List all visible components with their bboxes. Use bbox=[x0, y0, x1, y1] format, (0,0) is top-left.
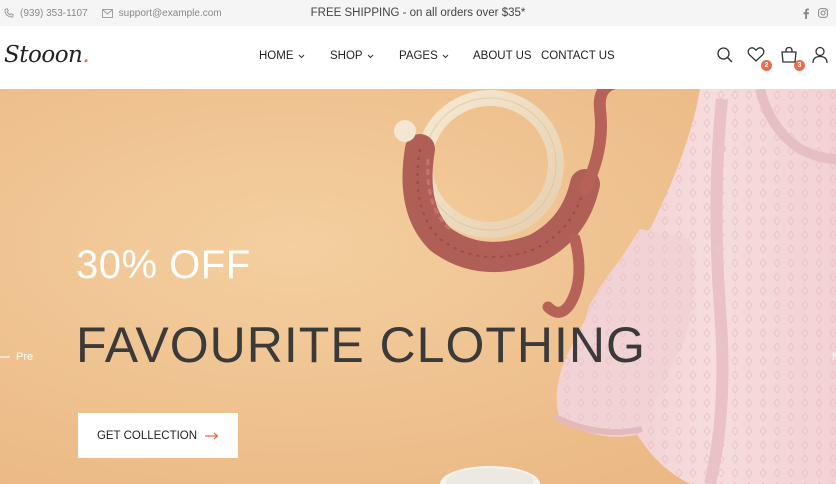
site-header: Stooon. HOME SHOP PAGES ABOUT US CONTACT… bbox=[0, 26, 836, 89]
wishlist-count-badge: 2 bbox=[761, 60, 772, 71]
hero-subtitle: 30% OFF bbox=[76, 243, 251, 287]
search-icon bbox=[717, 47, 733, 63]
email-link[interactable]: support@example.com bbox=[101, 7, 222, 19]
shipping-announcement: FREE SHIPPING - on all orders over $35* bbox=[310, 7, 526, 19]
mail-icon bbox=[101, 8, 113, 18]
slider-prev-label: Pre bbox=[16, 351, 34, 363]
slider-next-label: N bbox=[832, 351, 836, 363]
cart-button[interactable]: 3 bbox=[780, 46, 805, 71]
arrow-right-icon bbox=[205, 432, 219, 439]
hero-title: FAVOURITE CLOTHING bbox=[76, 317, 646, 373]
phone-icon bbox=[4, 8, 14, 18]
top-bar: (939) 353-1107 support@example.com FREE … bbox=[0, 0, 836, 26]
email-address: support@example.com bbox=[118, 7, 222, 19]
cart-count-badge: 3 bbox=[794, 60, 805, 71]
arrow-left-icon bbox=[0, 356, 10, 358]
facebook-icon[interactable] bbox=[802, 8, 810, 19]
phone-link[interactable]: (939) 353-1107 bbox=[4, 8, 88, 19]
contact-info: (939) 353-1107 support@example.com bbox=[4, 0, 236, 26]
get-collection-button[interactable]: GET COLLECTION bbox=[78, 413, 238, 458]
wishlist-button[interactable]: 2 bbox=[747, 46, 772, 71]
user-icon bbox=[812, 46, 828, 64]
hero-slider: 30% OFF FAVOURITE CLOTHING GET COLLECTIO… bbox=[0, 89, 836, 484]
instagram-icon[interactable] bbox=[818, 8, 828, 18]
account-button[interactable] bbox=[812, 46, 832, 66]
phone-number: (939) 353-1107 bbox=[20, 7, 88, 19]
header-actions: 2 3 bbox=[0, 46, 836, 71]
slider-prev-button[interactable]: Pre bbox=[0, 351, 33, 363]
slider-next-button[interactable]: N bbox=[832, 351, 836, 363]
get-collection-label: GET COLLECTION bbox=[96, 429, 198, 442]
search-button[interactable] bbox=[716, 46, 736, 66]
